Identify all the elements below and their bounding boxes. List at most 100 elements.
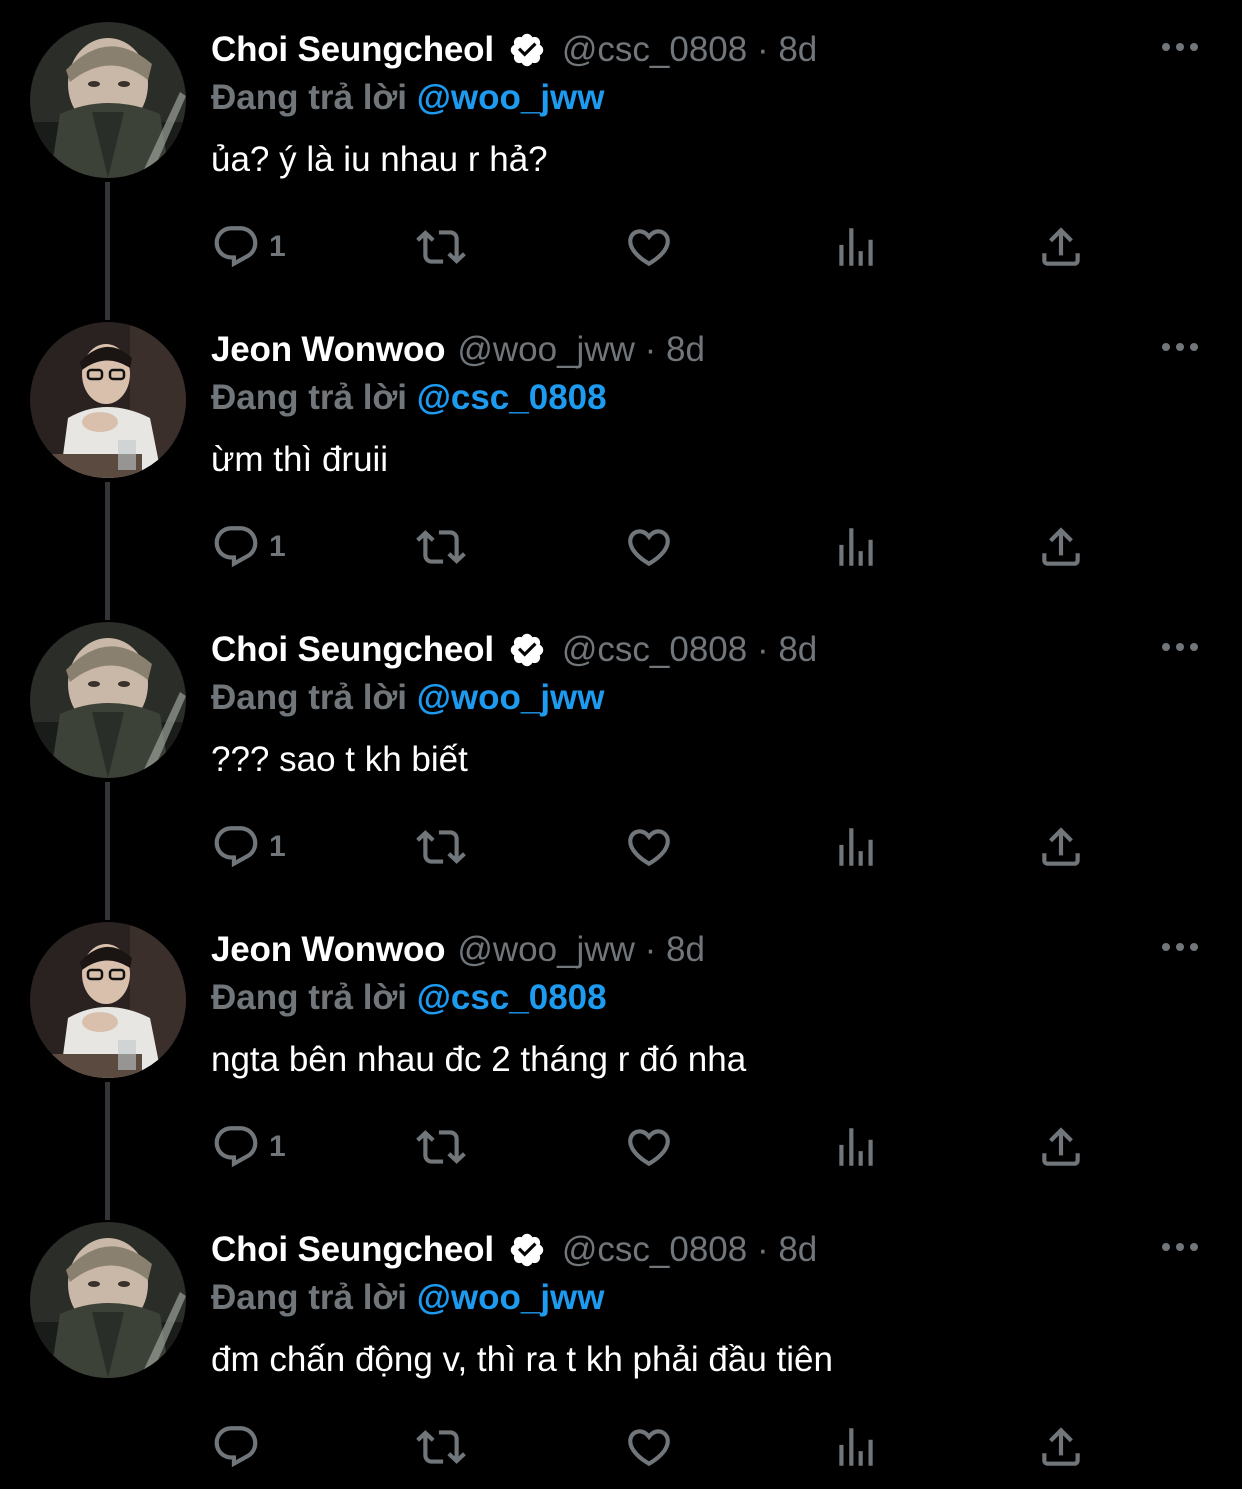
share-icon [1042,1427,1080,1466]
reply-count: 1 [269,230,286,263]
views-chart-icon [839,528,873,566]
more-options-icon[interactable] [1158,632,1202,662]
mention-link[interactable]: @woo_jww [417,78,605,117]
like-button[interactable] [624,522,674,572]
replying-to: Đang trả lời @woo_jww [211,78,605,122]
avatar[interactable] [30,1222,186,1378]
tweet-header: Choi Seungcheol @csc_0808 · 8d [211,628,817,672]
like-button[interactable] [624,1422,674,1472]
avatar-photo-seungcheol [30,622,186,778]
tweet-header: Jeon Wonwoo @woo_jww · 8d [211,928,705,972]
verified-badge-icon [508,631,546,669]
replying-to: Đang trả lời @csc_0808 [211,978,607,1022]
handle-and-time[interactable]: @csc_0808 · 8d [562,630,817,670]
display-name[interactable]: Choi Seungcheol [211,630,494,670]
reply-icon [214,826,258,868]
display-name[interactable]: Jeon Wonwoo [211,330,446,370]
heart-icon [628,229,670,267]
avatar[interactable] [30,322,186,478]
retweet-button[interactable] [416,822,466,872]
reply-button[interactable]: 1 [211,522,286,572]
avatar-photo-seungcheol [30,22,186,178]
avatar-photo-seungcheol [30,1222,186,1378]
tweet[interactable]: Jeon Wonwoo @woo_jww · 8d Đang trả lời @… [0,900,1242,1220]
tweet[interactable]: Jeon Wonwoo @woo_jww · 8d Đang trả lời @… [0,300,1242,620]
verified-badge-icon [508,31,546,69]
avatar[interactable] [30,622,186,778]
reply-button[interactable]: 1 [211,222,286,272]
tweet[interactable]: Choi Seungcheol @csc_0808 · 8d Đang trả … [0,1200,1242,1489]
replying-to: Đang trả lời @woo_jww [211,1278,605,1322]
more-options-icon[interactable] [1158,932,1202,962]
reply-button[interactable]: 1 [211,1122,286,1172]
replying-to-label: Đang trả lời [211,1278,417,1317]
views-button[interactable] [831,822,881,872]
tweet-text: ngta bên nhau đc 2 tháng r đó nha [211,1040,747,1079]
tweet-header: Choi Seungcheol @csc_0808 · 8d [211,28,817,72]
more-options-icon[interactable] [1158,32,1202,62]
share-button[interactable] [1036,1122,1086,1172]
tweet[interactable]: Choi Seungcheol @csc_0808 · 8d Đang trả … [0,0,1242,320]
handle-and-time[interactable]: @csc_0808 · 8d [562,30,817,70]
replying-to: Đang trả lời @woo_jww [211,678,605,722]
handle-and-time[interactable]: @woo_jww · 8d [457,930,705,970]
heart-icon [628,529,670,567]
reply-count: 1 [269,530,286,563]
mention-link[interactable]: @woo_jww [417,678,605,717]
handle-and-time[interactable]: @csc_0808 · 8d [562,1230,817,1270]
retweet-icon [416,1430,466,1464]
like-button[interactable] [624,822,674,872]
more-options-icon[interactable] [1158,332,1202,362]
reply-thread: Choi Seungcheol @csc_0808 · 8d Đang trả … [0,0,1242,1489]
like-button[interactable] [624,1122,674,1172]
retweet-button[interactable] [416,1122,466,1172]
views-button[interactable] [831,1122,881,1172]
tweet-actions: 1 [211,522,1111,572]
views-button[interactable] [831,1422,881,1472]
reply-button[interactable]: 1 [211,822,286,872]
views-chart-icon [839,1428,873,1466]
avatar-photo-wonwoo [30,322,186,478]
replying-to-label: Đang trả lời [211,978,417,1017]
like-button[interactable] [624,222,674,272]
tweet-header: Jeon Wonwoo @woo_jww · 8d [211,328,705,372]
mention-link[interactable]: @csc_0808 [417,378,607,417]
display-name[interactable]: Jeon Wonwoo [211,930,446,970]
share-button[interactable] [1036,522,1086,572]
heart-icon [628,829,670,867]
reply-button[interactable] [211,1422,269,1472]
tweet-header: Choi Seungcheol @csc_0808 · 8d [211,1228,817,1272]
share-button[interactable] [1036,822,1086,872]
display-name[interactable]: Choi Seungcheol [211,30,494,70]
retweet-button[interactable] [416,522,466,572]
views-chart-icon [839,1128,873,1166]
views-button[interactable] [831,222,881,272]
replying-to-label: Đang trả lời [211,78,417,117]
mention-link[interactable]: @csc_0808 [417,978,607,1017]
tweet-actions: 1 [211,822,1111,872]
share-button[interactable] [1036,1422,1086,1472]
mention-link[interactable]: @woo_jww [417,1278,605,1317]
reply-icon [214,1426,258,1468]
avatar[interactable] [30,22,186,178]
retweet-icon [416,1130,466,1164]
handle-and-time[interactable]: @woo_jww · 8d [457,330,705,370]
display-name[interactable]: Choi Seungcheol [211,1230,494,1270]
reply-icon [214,526,258,568]
views-button[interactable] [831,522,881,572]
views-chart-icon [839,828,873,866]
reply-count: 1 [269,1130,286,1163]
retweet-button[interactable] [416,222,466,272]
retweet-icon [416,530,466,564]
tweet[interactable]: Choi Seungcheol @csc_0808 · 8d Đang trả … [0,600,1242,920]
share-icon [1042,227,1080,266]
heart-icon [628,1129,670,1167]
retweet-button[interactable] [416,1422,466,1472]
share-button[interactable] [1036,222,1086,272]
tweet-text: ??? sao t kh biết [211,740,468,779]
tweet-actions: 1 [211,222,1111,272]
more-options-icon[interactable] [1158,1232,1202,1262]
avatar[interactable] [30,922,186,1078]
retweet-icon [416,230,466,264]
tweet-actions: 1 [211,1122,1111,1172]
